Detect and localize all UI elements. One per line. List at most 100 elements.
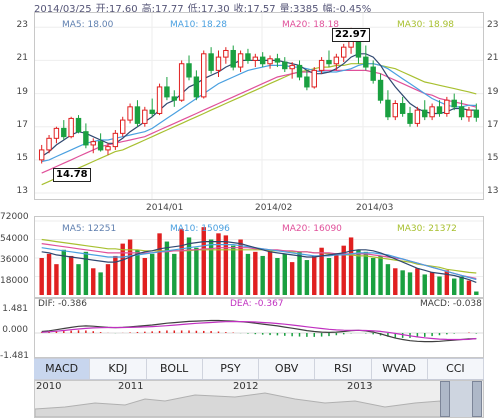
volume-legend-ma20: MA20: 16090 <box>282 224 342 234</box>
volume-y-tick: 18000 <box>0 276 29 286</box>
candle-body <box>444 99 450 114</box>
volume-bar <box>186 237 192 295</box>
time-navigator[interactable] <box>34 380 484 418</box>
candle-body <box>289 64 295 70</box>
volume-bar <box>348 237 354 295</box>
navigator-year-2011: 2011 <box>118 381 144 392</box>
candle-body <box>127 106 133 121</box>
tab-macd[interactable]: MACD <box>34 359 91 379</box>
volume-bar <box>422 274 427 295</box>
candle-body <box>422 109 428 118</box>
tab-obv[interactable]: OBV <box>259 359 316 379</box>
price-y-tick-right: 23 <box>487 20 499 31</box>
volume-bar <box>429 272 435 295</box>
price-legend-ma20: MA20: 18.18 <box>282 20 340 30</box>
volume-bar <box>135 249 140 295</box>
volume-bar <box>46 253 52 295</box>
volume-bar <box>54 264 59 295</box>
tab-rsi[interactable]: RSI <box>315 359 372 379</box>
tab-boll[interactable]: BOLL <box>147 359 203 379</box>
candle-body <box>120 119 126 134</box>
candle-body <box>274 58 281 63</box>
tab-psy[interactable]: PSY <box>203 359 259 379</box>
candle-body <box>326 59 332 65</box>
macd-dif-line <box>41 319 477 343</box>
volume-bar <box>319 247 324 295</box>
volume-legend-ma5: MA5: 12251 <box>62 224 117 234</box>
tab-wvad[interactable]: WVAD <box>372 359 428 379</box>
volume-bar <box>164 241 170 295</box>
candle-body <box>90 141 96 146</box>
volume-bar <box>370 258 376 295</box>
candle-body <box>363 56 369 68</box>
candle-body <box>429 106 435 118</box>
price-legend-ma5: MA5: 18.00 <box>62 20 114 30</box>
candle-body <box>208 53 214 71</box>
candle-body <box>193 76 200 98</box>
volume-bar <box>149 253 155 295</box>
price-y-tick-right: 13 <box>487 186 499 196</box>
volume-bar <box>208 239 214 295</box>
volume-bar <box>231 245 236 295</box>
candle-body <box>333 56 340 65</box>
macd-y-tick: 1.481 <box>2 304 28 314</box>
volume-bar <box>297 251 302 295</box>
macd-dea-line <box>41 321 477 341</box>
volume-bar <box>437 276 442 295</box>
volume-bar <box>459 276 464 295</box>
price-y-tick-left: 15 <box>16 152 28 163</box>
volume-bar <box>98 272 103 295</box>
volume-bar <box>253 251 258 295</box>
volume-bar <box>304 260 310 295</box>
tab-cci[interactable]: CCI <box>428 359 484 379</box>
candle-body <box>230 49 236 68</box>
macd-y-tick: 0.000 <box>2 325 28 335</box>
price-legend-ma30: MA30: 18.98 <box>397 20 455 30</box>
macd-legend-macd: MACD: -0.038 <box>420 299 482 309</box>
indicator-tabs: MACD KDJ BOLL PSY OBV RSI WVAD CCI <box>34 358 484 380</box>
candle-body <box>97 141 104 151</box>
volume-bar <box>275 258 280 295</box>
volume-bar <box>120 243 125 295</box>
volume-bar <box>260 255 265 295</box>
price-y-tick-right: 15 <box>487 152 499 163</box>
candle-body <box>237 53 244 68</box>
candle-body <box>282 61 288 70</box>
volume-bar <box>400 270 405 295</box>
volume-bar <box>68 255 74 295</box>
candle-body <box>171 96 177 101</box>
navigator-left-handle[interactable] <box>440 381 450 417</box>
navigator-year-2012: 2012 <box>233 381 259 392</box>
volume-bar <box>179 229 184 295</box>
navigator-overview-chart <box>35 381 473 417</box>
min-price-label: 14.78 <box>53 168 91 182</box>
volume-bar <box>452 278 457 295</box>
volume-y-tick: 54000 <box>0 234 29 244</box>
volume-bar <box>378 255 383 295</box>
quote-info-bar: 2014/03/25 开:17.60 高:17.77 低:17.30 收:17.57 量:… <box>34 0 375 15</box>
candle-body <box>68 117 74 138</box>
volume-bar <box>216 233 221 295</box>
candle-body <box>392 103 398 118</box>
candle-body <box>245 53 251 61</box>
price-y-tick-right: 19 <box>487 86 499 97</box>
candle-body <box>38 149 45 161</box>
x-tick-2014-02: 2014/02 <box>255 203 293 213</box>
candle-body <box>156 86 163 114</box>
candle-body <box>223 49 229 58</box>
candle-body <box>142 109 148 124</box>
tab-kdj[interactable]: KDJ <box>90 359 147 379</box>
x-tick-2014-03: 2014/03 <box>356 203 394 213</box>
candle-body <box>296 64 303 78</box>
candle-body <box>178 63 185 101</box>
navigator-right-handle[interactable] <box>472 381 482 417</box>
volume-y-tick: 72000 <box>0 212 29 222</box>
volume-bar <box>363 251 369 295</box>
volume-bar <box>393 268 398 295</box>
price-panel[interactable] <box>34 12 484 200</box>
candle-body <box>164 86 170 98</box>
price-ma5-line <box>41 53 477 158</box>
volume-bar <box>474 291 479 295</box>
candle-body <box>83 131 89 146</box>
volume-legend-ma10: MA10: 15096 <box>170 224 230 234</box>
